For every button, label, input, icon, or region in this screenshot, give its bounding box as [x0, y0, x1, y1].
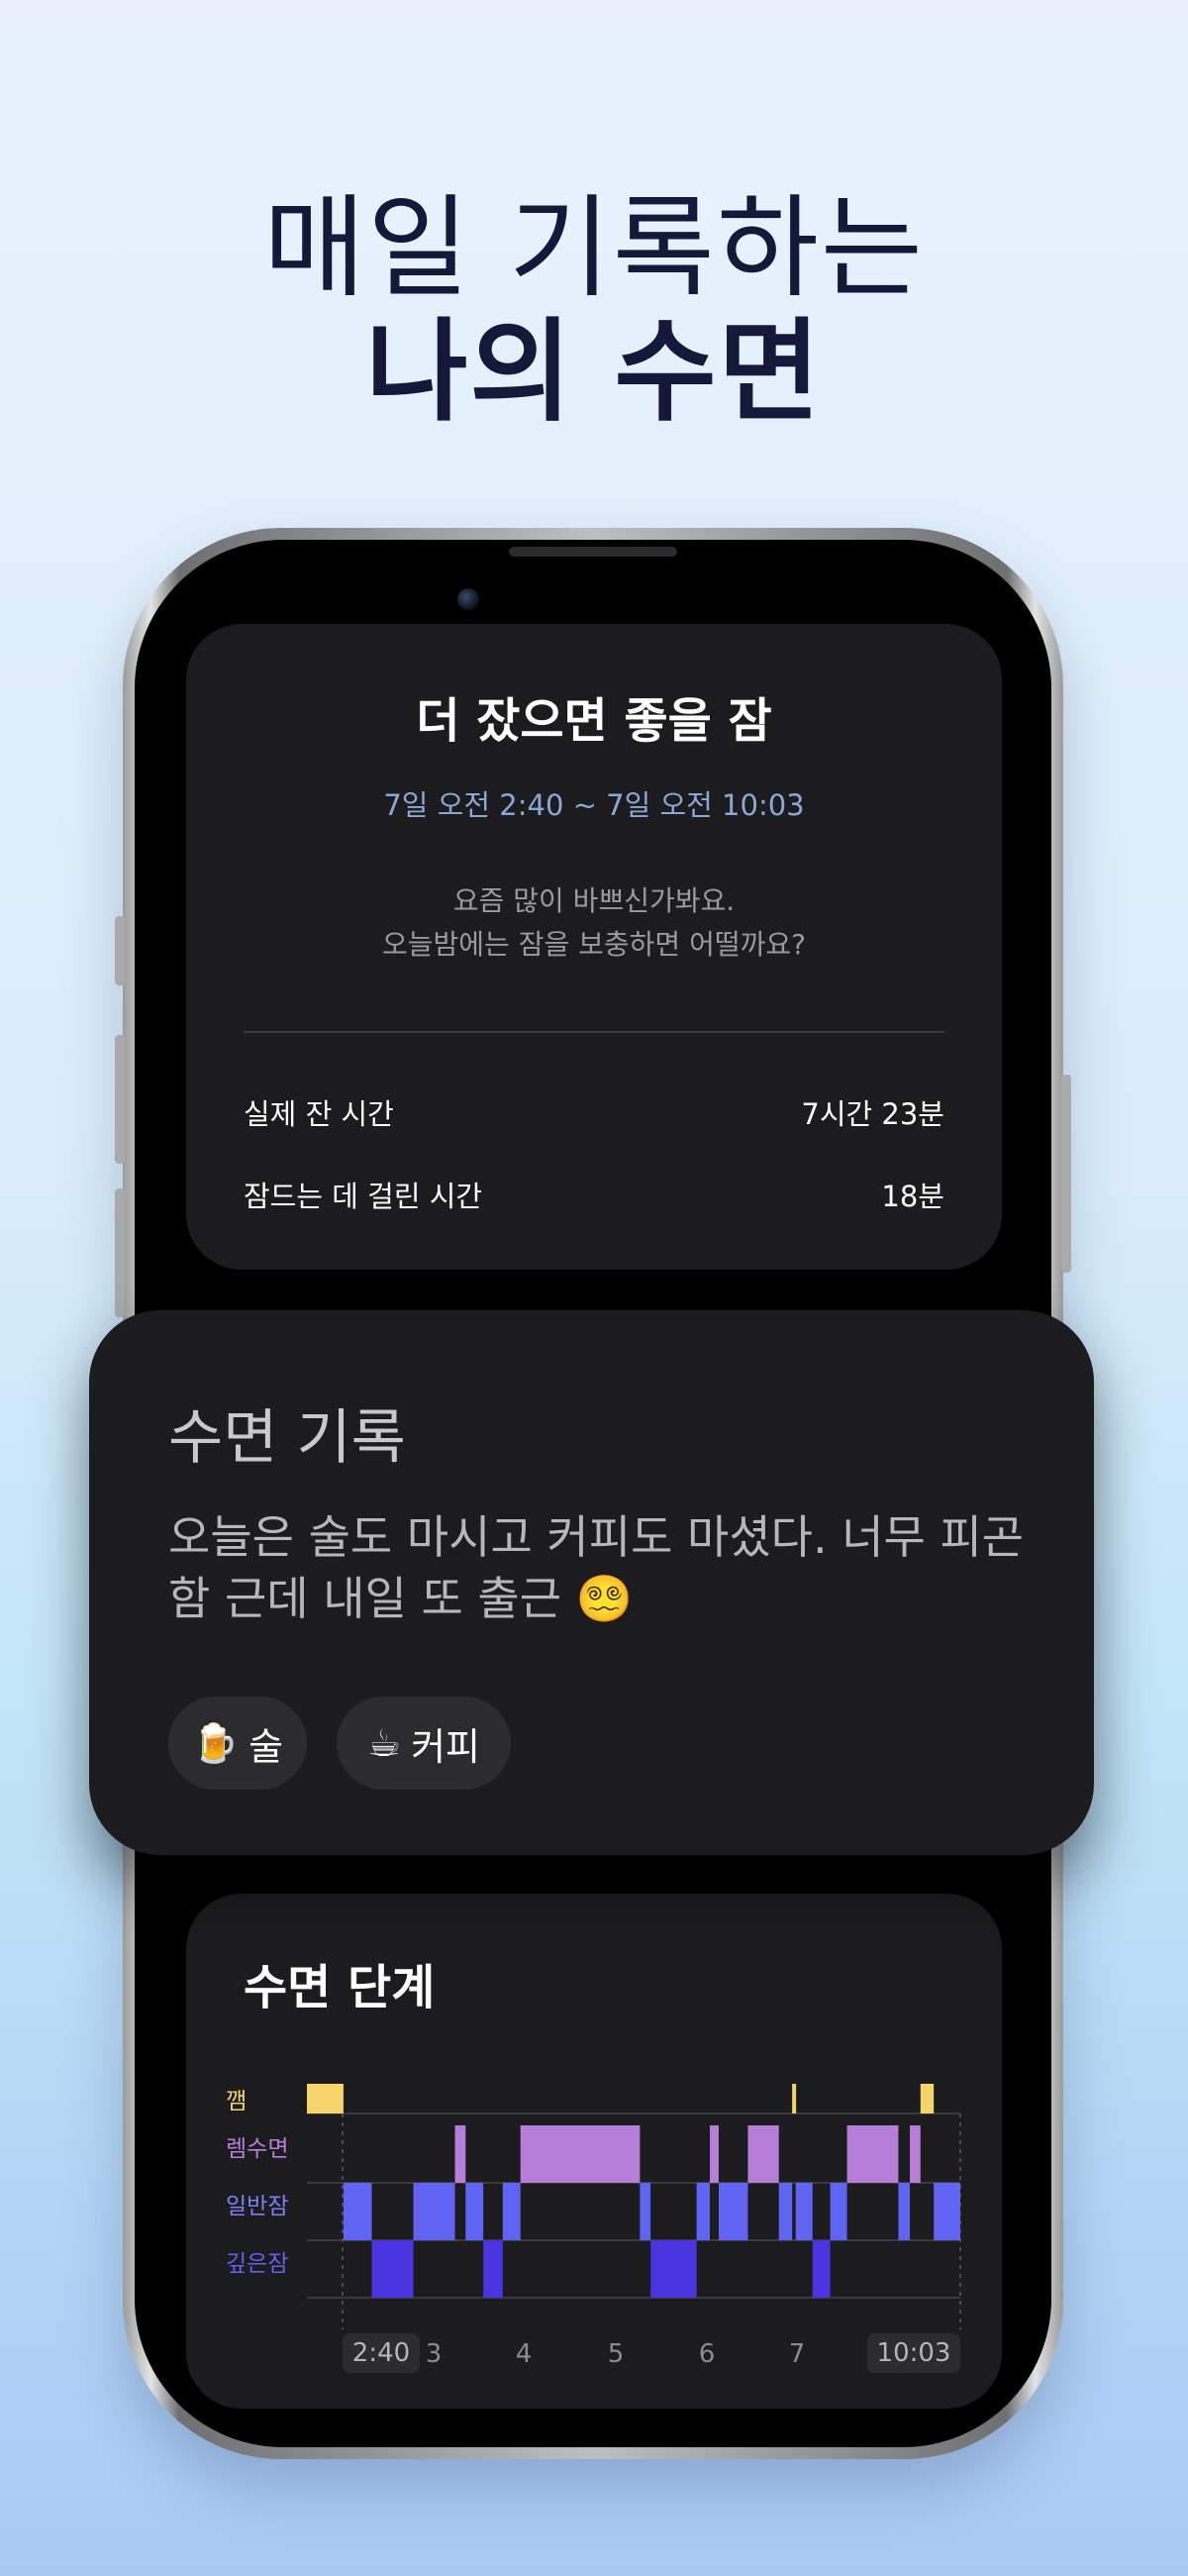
hypnogram-segment	[520, 2125, 641, 2183]
phone-side-button	[115, 1188, 125, 1317]
sleep-record-card[interactable]: 수면 기록 오늘은 술도 마시고 커피도 마셨다. 너무 피곤함 근데 내일 또…	[89, 1310, 1094, 1855]
phone-side-button	[115, 916, 125, 985]
hypnogram-segment	[795, 2183, 813, 2240]
start-time-label: 2:40	[343, 2333, 420, 2373]
tag-label: 커피	[411, 1724, 480, 1769]
sleep-stages-card[interactable]: 수면 단계 깸 렘수면 일반잠 깊은잠 2:40 3 4 5 6 7 10:03	[186, 1894, 1002, 2409]
sleep-summary-card[interactable]: 더 잤으면 좋을 잠 7일 오전 2:40 ~ 7일 오전 10:03 요즘 많…	[186, 624, 1002, 1270]
hypnogram-segment	[454, 2125, 466, 2183]
beer-icon: 🍺	[191, 1720, 240, 1765]
hypnogram-segment	[640, 2183, 651, 2240]
sleep-time-range: 7일 오전 2:40 ~ 7일 오전 10:03	[383, 788, 805, 822]
phone-side-button	[115, 1035, 125, 1164]
hour-tick: 6	[698, 2339, 716, 2369]
hypnogram-segment	[846, 2125, 899, 2183]
hypnogram-segment	[718, 2183, 748, 2240]
stat-value: 18분	[881, 1180, 944, 1213]
hour-tick: 7	[788, 2339, 806, 2369]
hypnogram-segment	[502, 2183, 521, 2240]
stat-label: 잠드는 데 걸린 시간	[244, 1180, 483, 1213]
summary-message-line: 요즘 많이 바쁘신가봐요.	[452, 884, 736, 917]
headline-line2: 나의 수면	[365, 308, 823, 437]
summary-message-line: 오늘밤에는 잠을 보충하면 어떨까요?	[382, 928, 806, 961]
summary-message: 요즘 많이 바쁘신가봐요. 오늘밤에는 잠을 보충하면 어떨까요?	[186, 879, 1002, 967]
hypnogram-chart	[307, 2084, 961, 2329]
hypnogram-segment	[792, 2084, 797, 2113]
phone-speaker	[509, 547, 677, 557]
tag-label: 술	[248, 1724, 284, 1769]
coffee-icon: ☕	[367, 1721, 402, 1765]
record-note: 오늘은 술도 마시고 커피도 마셨다. 너무 피곤함 근데 내일 또 출근 😵‍…	[168, 1510, 1025, 1625]
stat-row-sleep-latency: 잠드는 데 걸린 시간 18분	[244, 1174, 944, 1215]
end-time-label: 10:03	[867, 2333, 960, 2373]
hypnogram-segment	[812, 2240, 831, 2298]
stat-value: 7시간 23분	[801, 1097, 944, 1131]
tag-coffee[interactable]: ☕ 커피	[337, 1697, 511, 1790]
camera-icon	[457, 588, 479, 610]
hypnogram-segment	[920, 2084, 935, 2113]
hypnogram-segment	[307, 2084, 344, 2113]
hypnogram-segment	[343, 2183, 372, 2240]
hypnogram-segment	[747, 2125, 779, 2183]
hypnogram-segment	[898, 2183, 911, 2240]
hypnogram-segment	[371, 2240, 414, 2298]
tag-alcohol[interactable]: 🍺 술	[168, 1697, 307, 1790]
stat-label: 실제 잔 시간	[244, 1097, 394, 1131]
stat-row-actual-sleep: 실제 잔 시간 7시간 23분	[244, 1091, 944, 1133]
hypnogram-segment	[465, 2183, 484, 2240]
hypnogram-segment	[650, 2240, 697, 2298]
record-title: 수면 기록	[168, 1403, 406, 1473]
divider	[244, 1031, 944, 1033]
hypnogram-segment	[830, 2183, 847, 2240]
hypnogram-segment	[934, 2183, 960, 2240]
hypnogram-segment	[778, 2183, 793, 2240]
hypnogram-segment	[696, 2183, 711, 2240]
hypnogram-segment	[710, 2125, 719, 2183]
hour-tick: 5	[607, 2339, 625, 2369]
hour-tick: 3	[425, 2339, 443, 2369]
hypnogram-segment	[483, 2240, 503, 2298]
hypnogram-segment	[413, 2183, 455, 2240]
phone-side-button	[1061, 1075, 1071, 1273]
hypnogram-segment	[910, 2125, 921, 2183]
hour-tick: 4	[515, 2339, 533, 2369]
summary-title: 더 잤으면 좋을 잠	[416, 693, 772, 749]
